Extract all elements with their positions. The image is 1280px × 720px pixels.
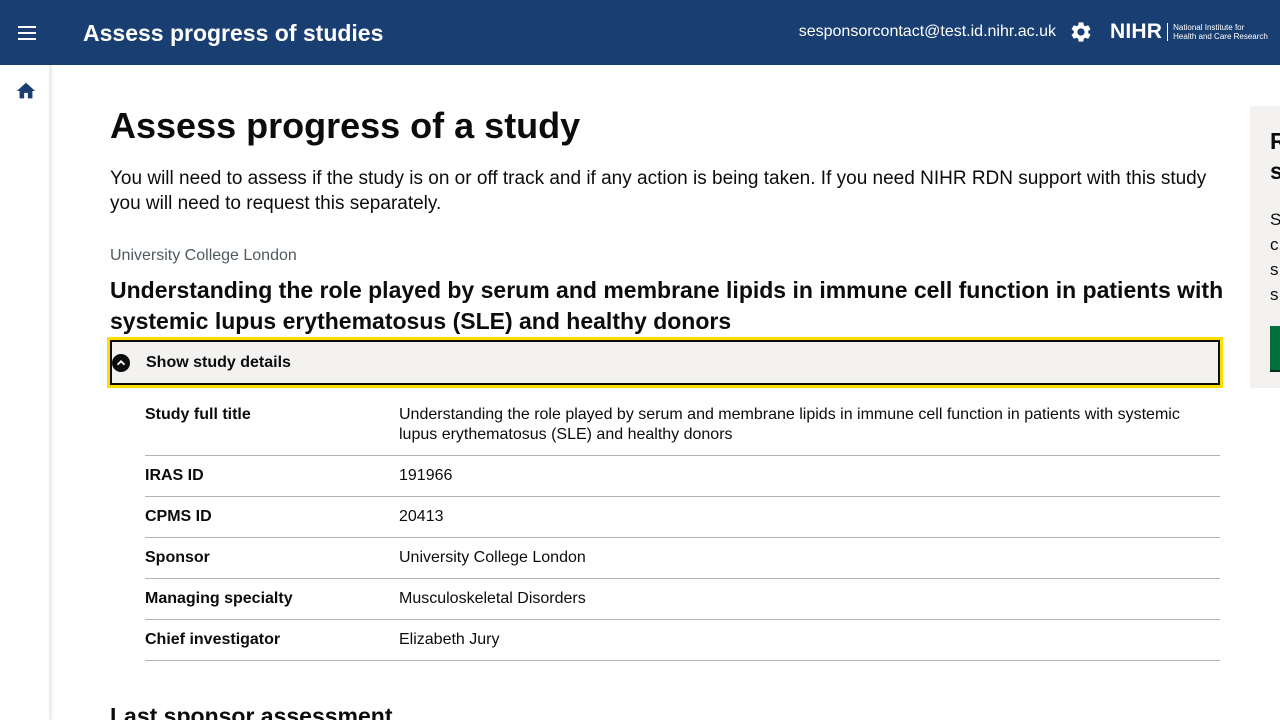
app-header: Assess progress of studies sesponsorcont…: [0, 0, 1280, 65]
side-navigation: [0, 65, 51, 720]
home-icon[interactable]: [15, 80, 37, 102]
user-email: sesponsorcontact@test.id.nihr.ac.uk: [798, 23, 1056, 40]
details-row-sponsor: Sponsor University College London: [145, 538, 1220, 579]
logo-text-line2: Health and Care Research: [1173, 32, 1268, 41]
details-value: 20413: [399, 508, 444, 525]
details-key: Sponsor: [145, 549, 210, 566]
details-row-managing-specialty: Managing specialty Musculoskeletal Disor…: [145, 579, 1220, 620]
menu-icon[interactable]: [14, 20, 40, 46]
page-title: Assess progress of a study: [110, 105, 581, 146]
chevron-up-circle-icon: [112, 353, 130, 372]
study-title: Understanding the role played by serum a…: [110, 277, 1224, 334]
study-details-list: Study full title Understanding the role …: [145, 395, 1220, 661]
app-title[interactable]: Assess progress of studies: [83, 18, 383, 48]
details-row-full-title: Study full title Understanding the role …: [145, 395, 1220, 456]
details-row-cpms-id: CPMS ID 20413: [145, 497, 1220, 538]
nihr-logo[interactable]: NIHR National Institute for Health and C…: [1110, 19, 1268, 45]
show-study-details-toggle[interactable]: Show study details: [107, 337, 1223, 388]
panel-heading: Rs: [1270, 128, 1280, 184]
sponsor-caption: University College London: [110, 247, 297, 264]
details-key: Study full title: [145, 406, 251, 423]
details-row-iras-id: IRAS ID 191966: [145, 456, 1220, 497]
details-value: Elizabeth Jury: [399, 631, 500, 648]
details-row-chief-investigator: Chief investigator Elizabeth Jury: [145, 620, 1220, 661]
intro-text: You will need to assess if the study is …: [110, 168, 1207, 214]
logo-text-line1: National Institute for: [1173, 23, 1245, 32]
details-value: 191966: [399, 467, 453, 484]
details-key: IRAS ID: [145, 467, 204, 484]
show-study-details-label: Show study details: [146, 353, 291, 371]
details-key: Chief investigator: [145, 631, 281, 648]
request-support-panel: Rs Scss: [1250, 106, 1280, 388]
details-key: Managing specialty: [145, 590, 293, 607]
details-value: Understanding the role played by serum a…: [399, 406, 1180, 443]
logo-mark: NIHR: [1110, 20, 1163, 43]
last-sponsor-assessment-heading: Last sponsor assessment: [110, 703, 393, 720]
details-key: CPMS ID: [145, 508, 212, 525]
logo-separator: [1167, 23, 1169, 41]
panel-text: Scss: [1270, 210, 1280, 304]
logo-text: National Institute for Health and Care R…: [1173, 23, 1268, 41]
panel-action-button[interactable]: [1270, 326, 1280, 370]
details-value: Musculoskeletal Disorders: [399, 590, 586, 607]
gear-icon[interactable]: [1069, 20, 1093, 44]
details-value: University College London: [399, 549, 586, 566]
